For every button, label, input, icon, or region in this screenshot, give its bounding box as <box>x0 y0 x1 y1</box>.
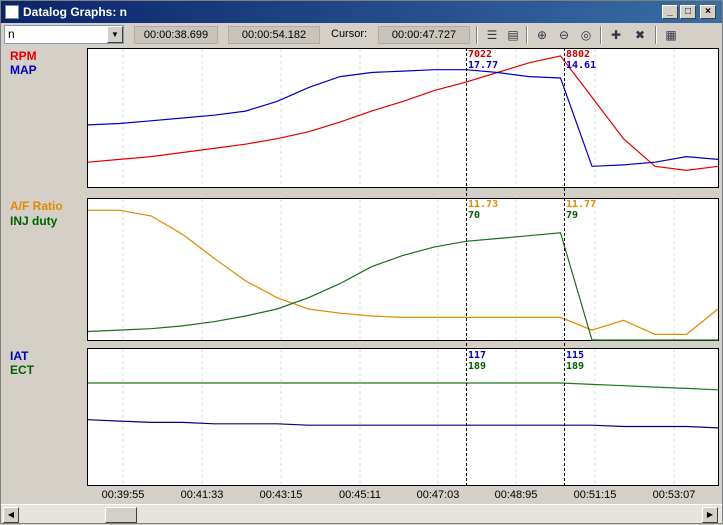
series-line-map <box>87 69 719 167</box>
series-line-iat <box>87 419 719 429</box>
cursor1-rpm-value: 7022 <box>468 49 493 60</box>
x-tick-label: 00:51:15 <box>573 489 617 501</box>
x-tick-label: 00:53:07 <box>652 489 696 501</box>
x-tick-label: 00:41:33 <box>180 489 224 501</box>
cursor1-ect-value: 189 <box>468 361 487 372</box>
cursor1-iat-value: 117 <box>468 350 487 361</box>
scroll-left-arrow-icon[interactable]: ◀ <box>3 507 19 523</box>
horizontal-scrollbar[interactable]: ◀ ▶ <box>1 504 722 523</box>
cursor1-afr-value: 11.73 <box>468 199 499 210</box>
cursor2-rpm-value: 8802 <box>566 49 591 60</box>
x-tick-label: 00:43:15 <box>259 489 303 501</box>
cursor2-afr-value: 11.77 <box>566 199 597 210</box>
series-line-ect <box>88 382 719 391</box>
series-line-rpm <box>87 55 719 172</box>
x-tick-label: 00:48:95 <box>494 489 538 501</box>
series-line-a-f-ratio <box>88 209 719 335</box>
scroll-right-arrow-icon[interactable]: ▶ <box>702 507 718 523</box>
x-tick-label: 00:39:55 <box>101 489 145 501</box>
cursor2-iat-value: 115 <box>566 350 585 361</box>
cursor1-inj-value: 70 <box>468 210 481 221</box>
cursor2-ect-value: 189 <box>566 361 585 372</box>
cursor-line-1[interactable] <box>466 48 467 486</box>
chart-canvas <box>87 49 719 485</box>
datalog-graphs-window: Datalog Graphs: n _ □ × n ▼ 00:00:38.699… <box>0 0 723 524</box>
cursor2-inj-value: 79 <box>566 210 579 221</box>
cursor1-map-value: 17.77 <box>468 60 499 71</box>
scroll-thumb[interactable] <box>105 507 137 523</box>
cursor2-map-value: 14.61 <box>566 60 597 71</box>
x-tick-label: 00:47:03 <box>416 489 460 501</box>
x-tick-label: 00:45:11 <box>338 489 381 501</box>
cursor-line-2[interactable] <box>564 48 565 486</box>
series-line-inj-duty <box>87 232 718 341</box>
